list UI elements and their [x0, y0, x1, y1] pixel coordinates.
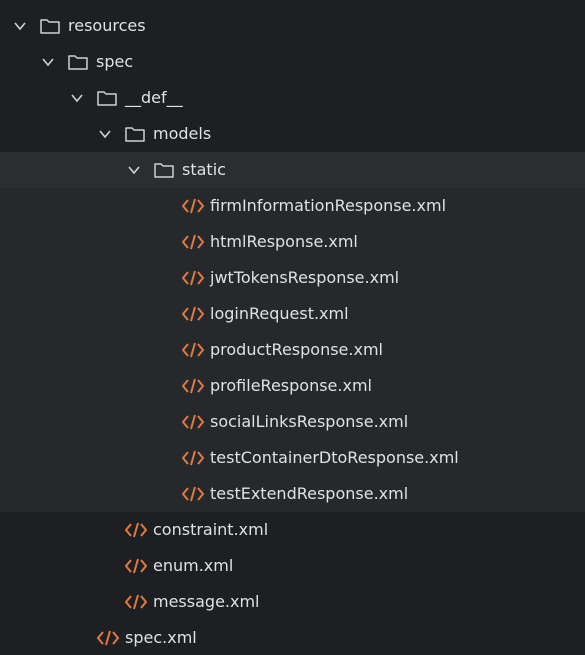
project-tree: resources spec __def__ models static fir… [0, 0, 585, 655]
chevron-down-icon[interactable] [70, 91, 84, 105]
xml-file-icon [124, 522, 148, 538]
xml-file-icon [124, 558, 148, 574]
xml-file-icon [96, 630, 120, 646]
tree-row-resources[interactable]: resources [0, 8, 585, 44]
tree-row-label: spec [96, 52, 134, 71]
tree-row-label: testContainerDtoResponse.xml [210, 448, 459, 467]
xml-file-icon [181, 306, 205, 322]
tree-row-label: profileResponse.xml [210, 376, 372, 395]
tree-row-spec[interactable]: spec [0, 44, 585, 80]
tree-row-file[interactable]: socialLinksResponse.xml [0, 404, 585, 440]
xml-file-icon [181, 198, 205, 214]
folder-icon [154, 163, 174, 178]
tree-row-file[interactable]: message.xml [0, 584, 585, 620]
tree-row-file[interactable]: constraint.xml [0, 512, 585, 548]
tree-row-models[interactable]: models [0, 116, 585, 152]
tree-row-file[interactable]: loginRequest.xml [0, 296, 585, 332]
folder-icon [68, 55, 88, 70]
tree-row-file[interactable]: spec.xml [0, 620, 585, 655]
tree-row-file[interactable]: productResponse.xml [0, 332, 585, 368]
folder-icon [125, 127, 145, 142]
tree-row-label: firmInformationResponse.xml [210, 196, 447, 215]
xml-file-icon [181, 234, 205, 250]
tree-row-label: loginRequest.xml [210, 304, 349, 323]
xml-file-icon [181, 270, 205, 286]
tree-row-label: resources [68, 16, 146, 35]
tree-row-file[interactable]: jwtTokensResponse.xml [0, 260, 585, 296]
tree-row-label: message.xml [153, 592, 260, 611]
tree-row-file[interactable]: htmlResponse.xml [0, 224, 585, 260]
xml-file-icon [181, 342, 205, 358]
chevron-down-icon[interactable] [127, 163, 141, 177]
chevron-down-icon[interactable] [98, 127, 112, 141]
tree-row-label: static [182, 160, 226, 179]
tree-row-def[interactable]: __def__ [0, 80, 585, 116]
tree-row-file[interactable]: testContainerDtoResponse.xml [0, 440, 585, 476]
tree-row-file[interactable]: testExtendResponse.xml [0, 476, 585, 512]
xml-file-icon [181, 486, 205, 502]
tree-row-label: htmlResponse.xml [210, 232, 358, 251]
folder-icon [97, 91, 117, 106]
tree-row-label: enum.xml [153, 556, 234, 575]
tree-row-label: models [153, 124, 212, 143]
xml-file-icon [181, 450, 205, 466]
chevron-down-icon[interactable] [41, 55, 55, 69]
tree-row-label: productResponse.xml [210, 340, 383, 359]
xml-file-icon [181, 414, 205, 430]
chevron-down-icon[interactable] [13, 19, 27, 33]
tree-row-file[interactable]: enum.xml [0, 548, 585, 584]
xml-file-icon [124, 594, 148, 610]
tree-row-label: __def__ [125, 88, 183, 107]
tree-row-file[interactable]: profileResponse.xml [0, 368, 585, 404]
folder-icon [40, 19, 60, 34]
xml-file-icon [181, 378, 205, 394]
tree-row-label: testExtendResponse.xml [210, 484, 409, 503]
tree-row-label: spec.xml [125, 628, 197, 647]
tree-row-label: constraint.xml [153, 520, 269, 539]
tree-row-label: socialLinksResponse.xml [210, 412, 409, 431]
tree-row-file[interactable]: firmInformationResponse.xml [0, 188, 585, 224]
tree-row-label: jwtTokensResponse.xml [210, 268, 400, 287]
tree-row-static[interactable]: static [0, 152, 585, 188]
